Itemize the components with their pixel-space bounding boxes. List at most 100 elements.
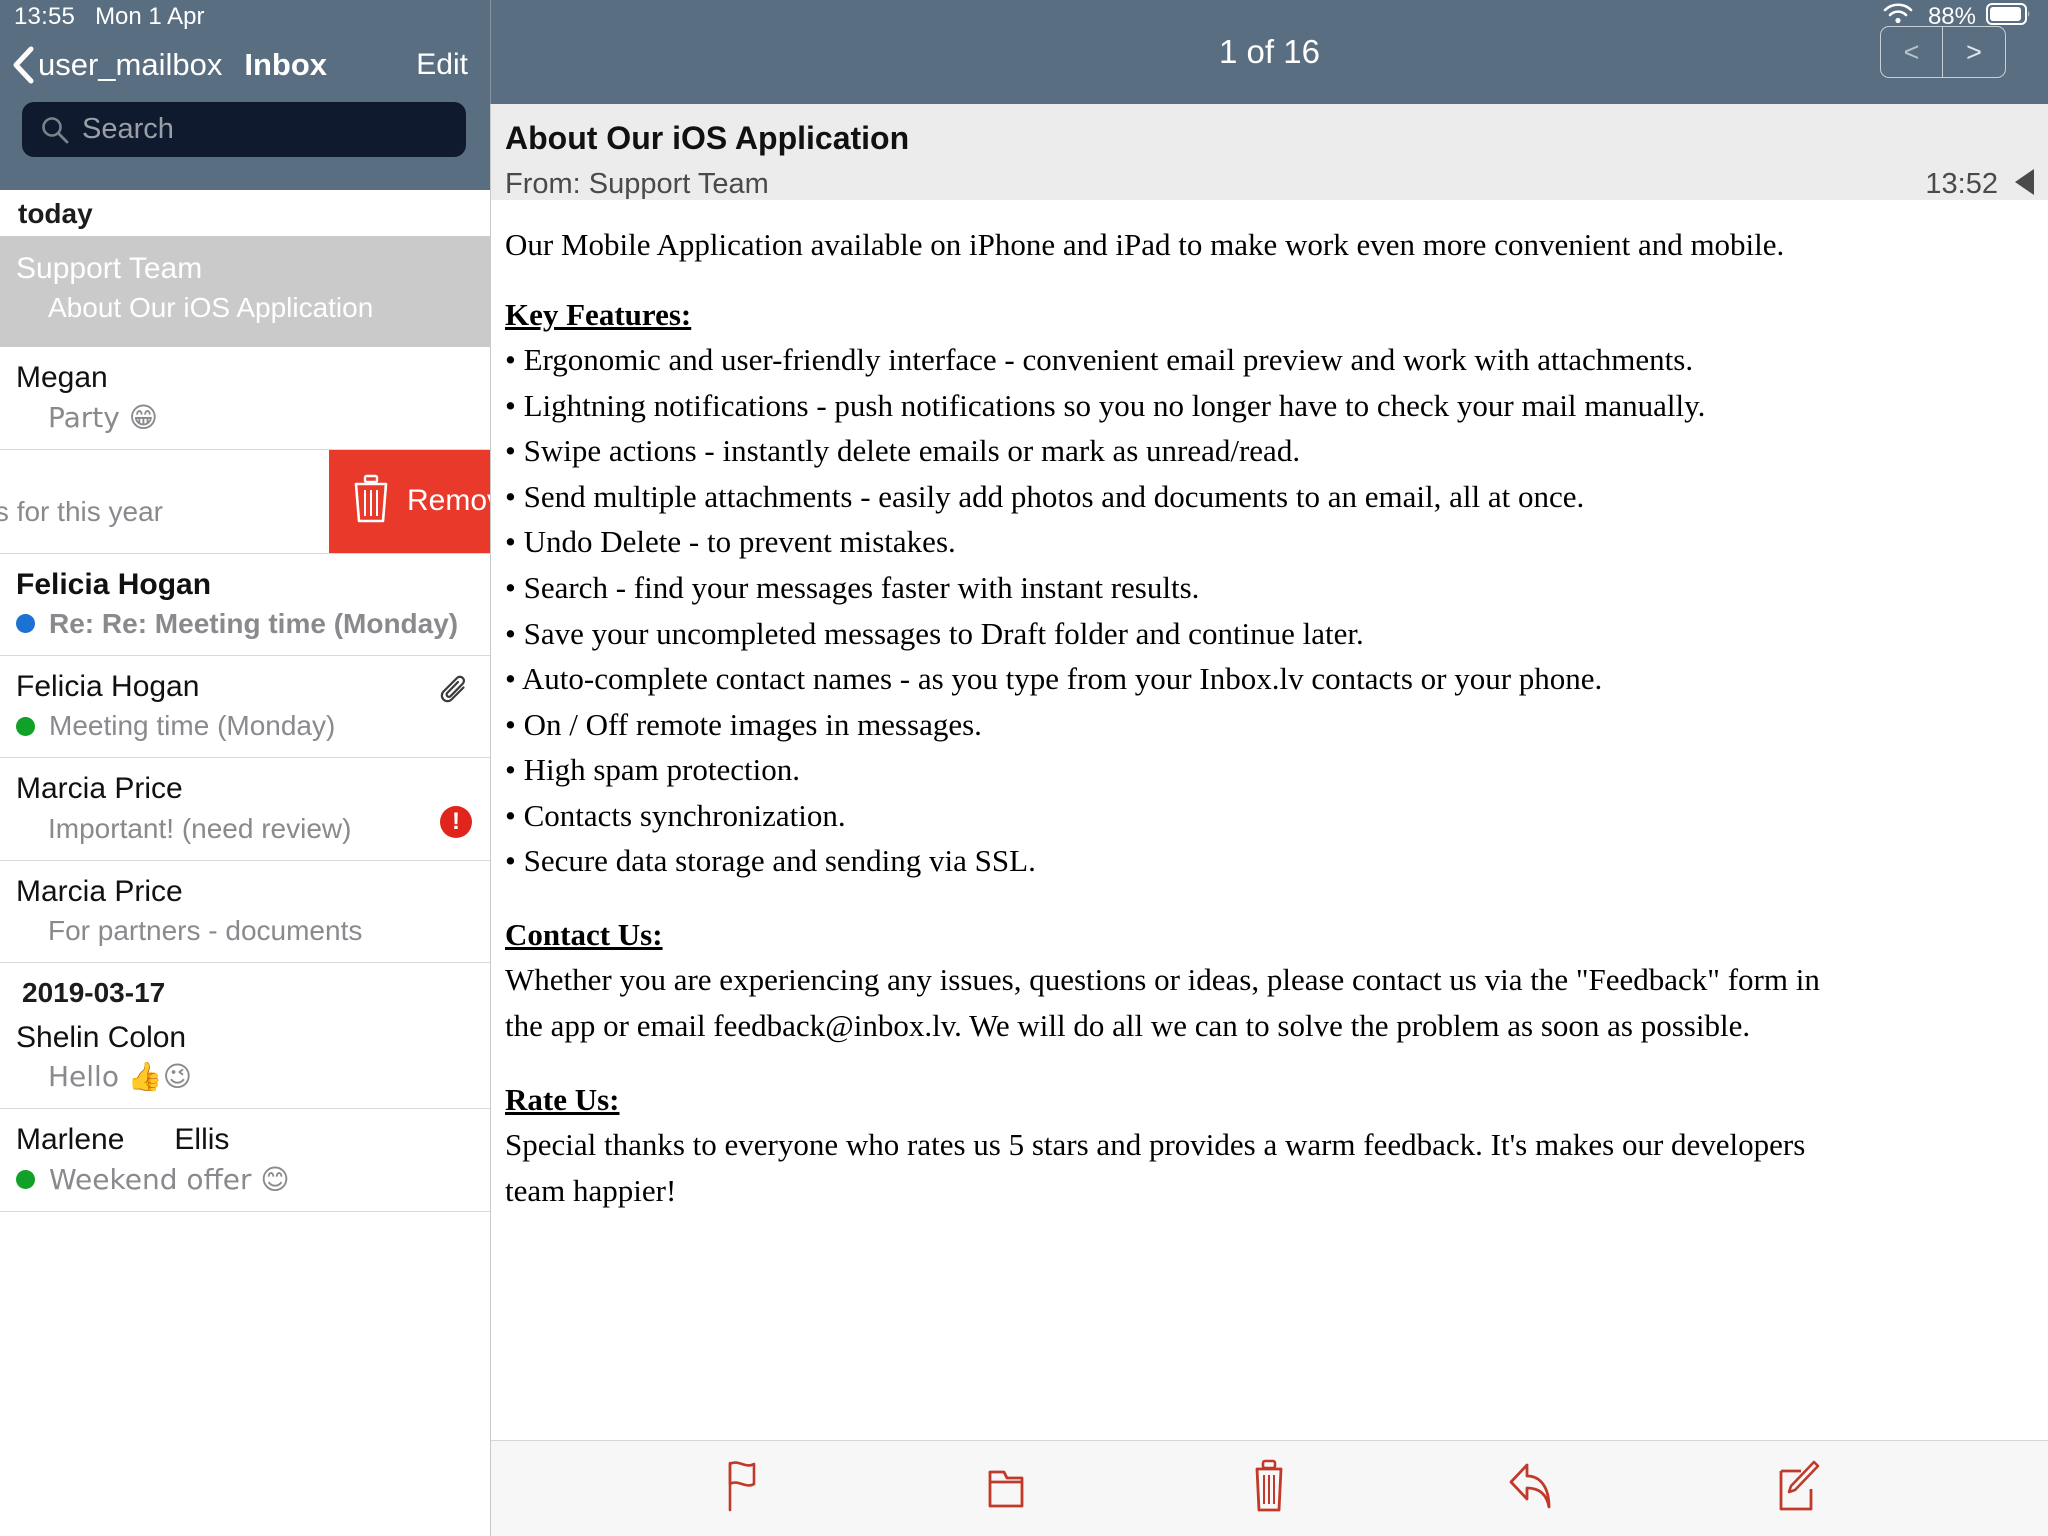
list-item[interactable]: Marcia Price Important! (need review) ! [0,758,490,861]
swipe-remove-label: Remove [407,484,490,518]
battery-icon [1986,2,2032,33]
message-subject-text: Meeting time (Monday) [49,710,336,742]
feature-item: • High spam protection. [505,752,800,788]
back-chevron-icon[interactable] [12,46,34,84]
list-group-header: 2019-03-17 [0,963,490,1016]
flag-icon [720,1458,766,1519]
unread-dot-icon [16,614,35,634]
unread-dot-icon [16,716,35,736]
feature-item: • Search - find your messages faster wit… [505,569,1200,605]
message-sender: Felicia Hogan [16,670,200,704]
feature-item: • Undo Delete - to prevent mistakes. [505,524,956,560]
unread-dot-icon [16,1170,35,1190]
trash-icon [1246,1458,1292,1519]
feature-item: • Send multiple attachments - easily add… [505,478,1585,514]
swipe-remove-button[interactable]: Remove [329,449,490,553]
folder-icon [981,1460,1031,1517]
alert-icon: ! [440,805,472,838]
wifi-icon [1882,2,1914,33]
list-item[interactable]: Marcia Price For partners - documents [0,860,490,964]
search-container: Search [0,96,490,157]
flag-button[interactable] [708,1454,778,1524]
feature-item: • Contacts synchronization. [505,797,846,833]
battery-percent: 88% [1927,3,1976,30]
contact-heading: Contact Us: [505,916,663,952]
reply-icon [1505,1460,1561,1517]
mail-subject: About Our iOS Application [505,120,910,156]
message-list[interactable]: today Support Team About Our iOS Applica… [0,190,490,1536]
message-sender: Marcia Price [16,874,183,908]
sidebar-nav-row: user_mailbox Inbox Edit [0,34,490,96]
next-message-button[interactable]: > [1943,27,2005,77]
mail-sender: From: Support Team [505,168,769,200]
feature-item: • Ergonomic and user-friendly interface … [505,342,1694,378]
edit-button[interactable]: Edit [416,48,468,82]
mail-toolbar [490,1440,2048,1536]
message-subject: ents for this year [0,495,163,527]
reader-pane: 1 of 16 < > About Our iOS Application Fr… [490,0,2048,1536]
body-intro: Our Mobile Application available on iPho… [505,227,1785,262]
message-subject: For partners - documents [48,914,363,946]
reply-button[interactable] [1498,1454,1568,1524]
sidebar-header: 13:55 Mon 1 Apr user_mailbox Inbox Edit … [0,0,490,190]
features-heading: Key Features: [505,296,692,332]
mail-body: Our Mobile Application available on iPho… [490,200,2048,1440]
message-subject: Party 😁 [48,400,158,434]
compose-icon [1771,1459,1821,1518]
triangle-left-icon[interactable] [2012,167,2038,202]
back-mailbox-label[interactable]: user_mailbox [38,47,222,83]
ipad-mail-app: 13:55 Mon 1 Apr user_mailbox Inbox Edit … [0,0,2048,1536]
message-sender: Marcia Price [16,772,183,806]
list-item[interactable]: Support Team About Our iOS Application [0,236,490,348]
list-group-header: today [0,190,490,236]
rate-heading: Rate Us: [505,1081,620,1117]
message-subject-text: Re: Re: Meeting time (Monday) [49,607,459,639]
feature-item: • On / Off remote images in messages. [505,706,982,742]
feature-item: • Save your uncompleted messages to Draf… [505,615,1364,651]
list-item[interactable]: Megan Party 😁 [0,347,490,450]
message-counter: 1 of 16 [1219,33,1320,70]
message-sender: Support Team [16,252,203,285]
list-item[interactable]: Shelin Colon Hello 👍😉 [0,1015,490,1110]
delete-button[interactable] [1234,1454,1304,1524]
feature-item: • Lightning notifications - push notific… [505,387,1706,423]
search-placeholder: Search [82,113,174,145]
message-sender: Shelin Colon [16,1021,187,1055]
message-subject: Re: Re: Meeting time (Monday) [16,607,474,641]
mailbox-pane: 13:55 Mon 1 Apr user_mailbox Inbox Edit … [0,0,490,1536]
reader-nav-bar: 1 of 16 < > [490,0,2048,104]
message-subject-text: Weekend offer 😊 [49,1162,290,1196]
status-bar-right: 88% [1882,0,2048,34]
message-subject: Weekend offer 😊 [16,1162,474,1197]
status-date: Mon 1 Apr [95,3,205,30]
page-title: Inbox [244,47,328,82]
trash-icon [349,474,393,529]
feature-item: • Swipe actions - instantly delete email… [505,433,1301,469]
status-time: 13:55 [14,3,76,30]
rate-line: team happier! [505,1172,677,1208]
search-icon [40,115,70,145]
search-input[interactable]: Search [22,102,466,157]
feature-item: • Auto-complete contact names - as you t… [505,661,1603,697]
paperclip-icon [438,674,472,713]
move-to-folder-button[interactable] [971,1454,1041,1524]
mail-header: About Our iOS Application From: Support … [490,104,2048,210]
list-item[interactable]: Felicia Hogan Re: Re: Meeting time (Mond… [0,553,490,657]
message-subject: Meeting time (Monday) [16,709,474,743]
message-sender: Megan [16,361,108,395]
list-item-swiped[interactable]: ents for this year ! [0,449,490,554]
rate-line: Special thanks to everyone who rates us … [505,1127,1806,1163]
message-sender: Marlene Ellis [16,1123,230,1157]
list-item[interactable]: Felicia Hogan Meeting time (Monday) [0,656,490,759]
mail-time: 13:52 [1925,168,1998,200]
list-item[interactable]: Marlene Ellis Weekend offer 😊 [0,1109,490,1212]
message-subject: About Our iOS Application [48,292,374,324]
contact-line: Whether you are experiencing any issues,… [505,962,1820,998]
previous-message-button[interactable]: < [1881,27,1943,77]
contact-line: the app or email feedback@inbox.lv. We w… [505,1008,1751,1043]
compose-button[interactable] [1761,1454,1831,1524]
feature-item: • Secure data storage and sending via SS… [505,843,1036,879]
message-subject: Hello 👍😉 [48,1060,192,1094]
